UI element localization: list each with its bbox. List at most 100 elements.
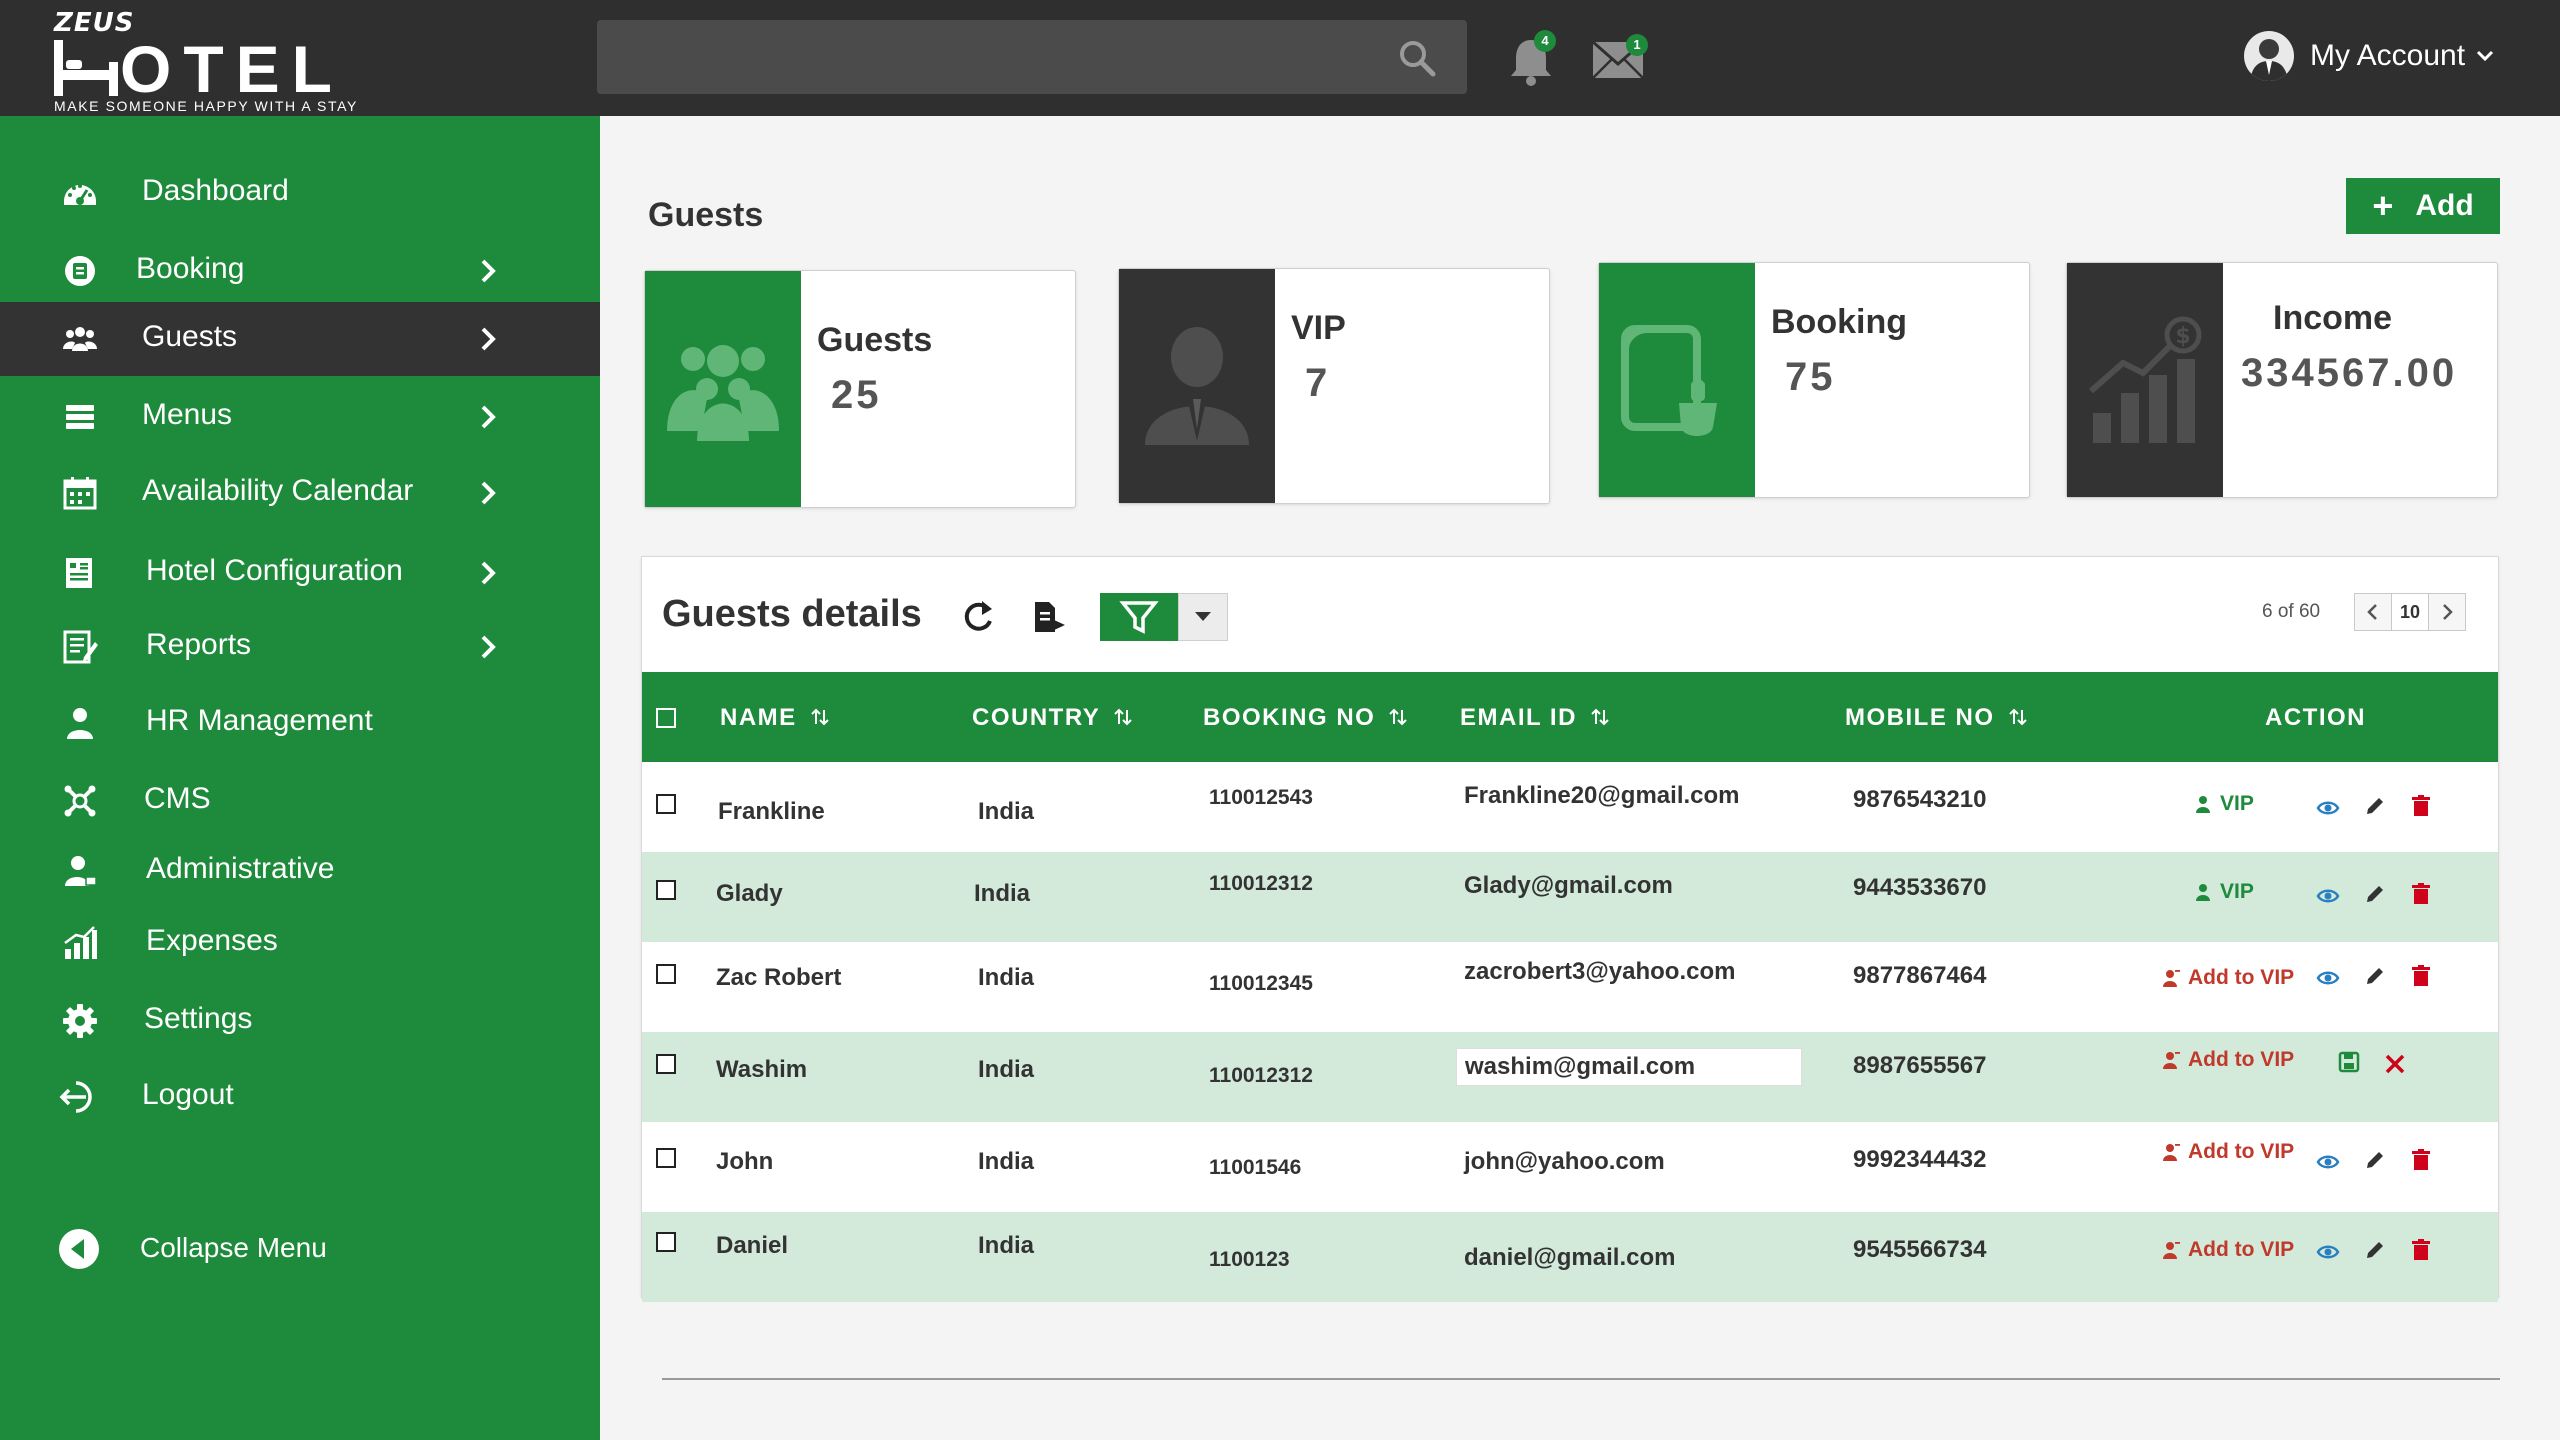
stat-card-vip[interactable]: VIP 7 [1118, 268, 1550, 504]
cancel-x-icon[interactable] [2383, 1052, 2407, 1076]
add-to-vip-button[interactable]: Add to VIP [2162, 1140, 2294, 1164]
avatar [2244, 31, 2294, 81]
add-to-vip-button[interactable]: Add to VIP [2162, 1238, 2294, 1262]
search-icon[interactable] [1397, 38, 1437, 78]
page-size[interactable]: 10 [2391, 594, 2429, 630]
sidebar-item-guests[interactable]: Guests [0, 302, 600, 376]
stat-card-booking[interactable]: Booking 75 [1598, 262, 2030, 498]
column-header-mobile-no[interactable]: MOBILE NO [1845, 704, 2029, 732]
prev-page-button[interactable] [2355, 594, 2391, 630]
add-guest-button[interactable]: + Add [2346, 178, 2500, 234]
sidebar-item-label: Menus [142, 398, 233, 431]
view-eye-icon[interactable] [2316, 796, 2340, 820]
chevron-right-icon [481, 635, 496, 659]
guest-booking-no: 11001546 [1209, 1156, 1302, 1179]
guest-country: India [978, 964, 1035, 991]
column-header-email-id[interactable]: EMAIL ID [1460, 704, 1611, 732]
collapse-menu-button[interactable]: Collapse Menu [58, 1224, 458, 1274]
sidebar-item-availability-calendar[interactable]: Availability Calendar [0, 456, 600, 530]
filter-icon [1119, 601, 1159, 634]
delete-trash-icon[interactable] [2409, 882, 2433, 906]
vip-badge[interactable]: VIP [2194, 880, 2254, 904]
guest-name: Washim [716, 1056, 808, 1083]
sidebar-item-hr-management[interactable]: HR Management [0, 686, 600, 760]
stat-card-title: Booking [1771, 303, 1907, 341]
sidebar-item-reports[interactable]: Reports [0, 610, 600, 684]
sidebar-item-label: Logout [142, 1078, 234, 1111]
filter-dropdown-toggle[interactable] [1178, 593, 1228, 641]
sidebar-item-label: HR Management [146, 704, 373, 737]
row-checkbox[interactable] [656, 880, 676, 900]
filter-button[interactable] [1100, 593, 1178, 641]
add-to-vip-button[interactable]: Add to VIP [2162, 1048, 2294, 1072]
view-eye-icon[interactable] [2316, 884, 2340, 908]
guest-country: India [978, 1232, 1035, 1259]
account-label: My Account [2310, 39, 2466, 72]
export-icon[interactable] [1032, 599, 1066, 635]
row-checkbox[interactable] [656, 964, 676, 984]
sidebar-item-label: Dashboard [142, 174, 289, 207]
sidebar-item-label: Availability Calendar [142, 474, 414, 507]
sidebar-item-hotel-configuration[interactable]: Hotel Configuration [0, 536, 600, 610]
guest-name: Daniel [716, 1232, 789, 1259]
messages-badge: 1 [1626, 34, 1648, 56]
gear-icon [63, 1004, 97, 1038]
guest-booking-no: 1100123 [1209, 1248, 1290, 1271]
edit-pencil-icon[interactable] [2363, 1238, 2387, 1262]
view-eye-icon[interactable] [2316, 1150, 2340, 1174]
sidebar-item-logout[interactable]: Logout [0, 1060, 600, 1134]
column-header-booking-no[interactable]: BOOKING NO [1203, 704, 1409, 732]
sidebar-item-label: Settings [144, 1002, 253, 1035]
chevron-right-icon [481, 561, 496, 585]
delete-trash-icon[interactable] [2409, 1148, 2433, 1172]
table-row: Washim India 110012312 washim@gmail.com … [642, 1032, 2498, 1122]
edit-pencil-icon[interactable] [2363, 882, 2387, 906]
column-header-country[interactable]: COUNTRY [972, 704, 1134, 732]
row-checkbox[interactable] [656, 1232, 676, 1252]
email-edit-input[interactable]: washim@gmail.com [1456, 1048, 1802, 1086]
delete-trash-icon[interactable] [2409, 964, 2433, 988]
sidebar-item-expenses[interactable]: Expenses [0, 906, 600, 980]
delete-trash-icon[interactable] [2409, 794, 2433, 818]
chevron-right-icon [481, 405, 496, 429]
column-header-name[interactable]: NAME [720, 704, 831, 732]
search-input[interactable] [597, 20, 1377, 94]
hotel-logo[interactable]: ZEUS OTEL MAKE SOMEONE HAPPY WITH A STAY [54, 8, 356, 114]
person-icon [2196, 796, 2210, 813]
stat-card-income[interactable]: $ Income 334567.00 [2066, 262, 2498, 498]
select-all-checkbox[interactable] [656, 708, 676, 728]
row-checkbox[interactable] [656, 1148, 676, 1168]
guest-email: Glady@gmail.com [1464, 872, 1673, 899]
collapse-icon [59, 1229, 99, 1269]
edit-pencil-icon[interactable] [2363, 964, 2387, 988]
account-menu[interactable]: My Account [2244, 30, 2495, 82]
sidebar-item-booking[interactable]: Booking [0, 234, 600, 308]
edit-pencil-icon[interactable] [2363, 1148, 2387, 1172]
row-checkbox[interactable] [656, 794, 676, 814]
sidebar-item-cms[interactable]: CMS [0, 764, 600, 838]
guest-booking-no: 110012312 [1209, 872, 1313, 895]
edit-pencil-icon[interactable] [2363, 794, 2387, 818]
add-to-vip-button[interactable]: Add to VIP [2162, 966, 2294, 990]
add-person-icon [2163, 1052, 2180, 1069]
income-chart-icon: $ [2089, 316, 2202, 443]
delete-trash-icon[interactable] [2409, 1238, 2433, 1262]
save-icon[interactable] [2337, 1050, 2361, 1074]
logo-tagline: MAKE SOMEONE HAPPY WITH A STAY [54, 98, 358, 114]
sidebar-item-administrative[interactable]: Administrative [0, 834, 600, 908]
sidebar-item-dashboard[interactable]: Dashboard [0, 156, 600, 230]
row-checkbox[interactable] [656, 1054, 676, 1074]
guest-email: Frankline20@gmail.com [1464, 782, 1740, 809]
next-page-button[interactable] [2429, 594, 2465, 630]
sort-icon [2008, 708, 2027, 726]
vip-badge[interactable]: VIP [2194, 792, 2254, 816]
table-row: Frankline India 110012543 Frankline20@gm… [642, 762, 2498, 852]
stat-card-guests[interactable]: Guests 25 [644, 270, 1076, 508]
sidebar-item-label: Hotel Configuration [146, 554, 403, 587]
view-eye-icon[interactable] [2316, 1240, 2340, 1264]
sidebar-item-settings[interactable]: Settings [0, 984, 600, 1058]
guest-mobile: 8987655567 [1853, 1052, 1987, 1079]
view-eye-icon[interactable] [2316, 966, 2340, 990]
sidebar-item-menus[interactable]: Menus [0, 380, 600, 454]
refresh-icon[interactable] [960, 597, 996, 637]
